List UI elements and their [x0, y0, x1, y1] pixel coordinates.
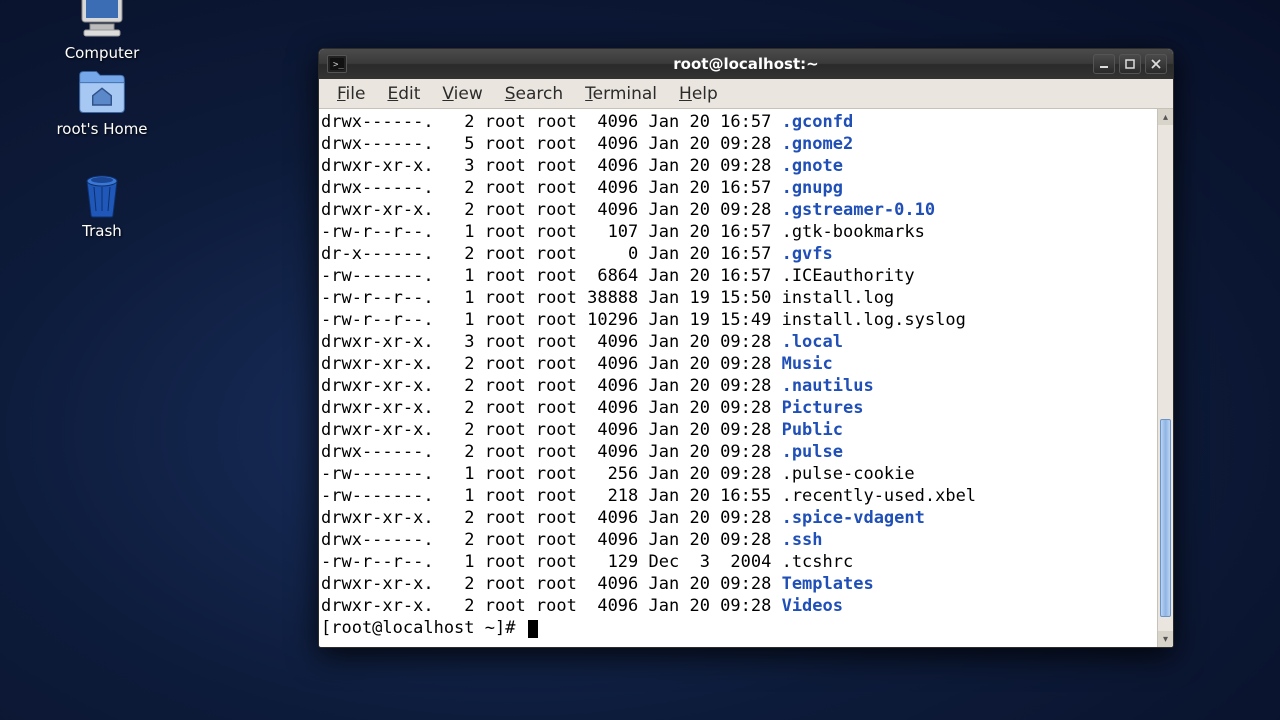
file-name: .ssh — [782, 530, 823, 550]
listing-row: drwx------. 2 root root 4096 Jan 20 09:2… — [321, 441, 1157, 463]
file-name: .gnome2 — [782, 134, 854, 154]
listing-row: dr-x------. 2 root root 0 Jan 20 16:57 .… — [321, 243, 1157, 265]
listing-row: -rw-r--r--. 1 root root 10296 Jan 19 15:… — [321, 309, 1157, 331]
listing-row: drwxr-xr-x. 2 root root 4096 Jan 20 09:2… — [321, 419, 1157, 441]
close-button[interactable] — [1145, 54, 1167, 74]
menu-view[interactable]: View — [432, 81, 492, 107]
listing-row: drwxr-xr-x. 2 root root 4096 Jan 20 09:2… — [321, 595, 1157, 617]
file-name: .local — [782, 332, 843, 352]
desktop-icon-home[interactable]: root's Home — [42, 70, 162, 138]
file-name: .pulse-cookie — [782, 464, 915, 484]
cursor — [528, 620, 538, 638]
listing-row: drwxr-xr-x. 2 root root 4096 Jan 20 09:2… — [321, 199, 1157, 221]
listing-row: drwx------. 2 root root 4096 Jan 20 09:2… — [321, 529, 1157, 551]
listing-row: drwxr-xr-x. 2 root root 4096 Jan 20 09:2… — [321, 375, 1157, 397]
listing-row: -rw-r--r--. 1 root root 38888 Jan 19 15:… — [321, 287, 1157, 309]
file-name: install.log.syslog — [782, 310, 966, 330]
desktop-icon-label: Trash — [42, 222, 162, 240]
listing-row: drwx------. 2 root root 4096 Jan 20 16:5… — [321, 111, 1157, 133]
file-name: .gnupg — [782, 178, 843, 198]
menu-search[interactable]: Search — [495, 81, 573, 107]
file-name: .ICEauthority — [782, 266, 915, 286]
titlebar[interactable]: >_ root@localhost:~ — [319, 49, 1173, 79]
desktop-icon-label: root's Home — [42, 120, 162, 138]
file-name: Pictures — [782, 398, 864, 418]
listing-row: drwxr-xr-x. 2 root root 4096 Jan 20 09:2… — [321, 397, 1157, 419]
prompt: [root@localhost ~]# — [321, 617, 1157, 639]
file-name: .gvfs — [782, 244, 833, 264]
listing-row: -rw-------. 1 root root 6864 Jan 20 16:5… — [321, 265, 1157, 287]
listing-row: drwxr-xr-x. 2 root root 4096 Jan 20 09:2… — [321, 353, 1157, 375]
file-name: Videos — [782, 596, 843, 616]
listing-row: drwxr-xr-x. 2 root root 4096 Jan 20 09:2… — [321, 507, 1157, 529]
scroll-up-button[interactable]: ▴ — [1158, 109, 1173, 125]
file-name: .gstreamer-0.10 — [782, 200, 936, 220]
menu-help[interactable]: Help — [669, 81, 728, 107]
menu-terminal[interactable]: Terminal — [575, 81, 667, 107]
listing-row: drwx------. 2 root root 4096 Jan 20 16:5… — [321, 177, 1157, 199]
file-name: Public — [782, 420, 843, 440]
listing-row: -rw-r--r--. 1 root root 129 Dec 3 2004 .… — [321, 551, 1157, 573]
file-name: .gconfd — [782, 112, 854, 132]
listing-row: -rw-------. 1 root root 218 Jan 20 16:55… — [321, 485, 1157, 507]
file-name: .spice-vdagent — [782, 508, 925, 528]
file-name: .pulse — [782, 442, 843, 462]
listing-row: drwxr-xr-x. 2 root root 4096 Jan 20 09:2… — [321, 573, 1157, 595]
menubar: File Edit View Search Terminal Help — [319, 79, 1173, 109]
desktop-icon-label: Computer — [42, 44, 162, 62]
scroll-thumb[interactable] — [1160, 419, 1171, 617]
file-name: Music — [782, 354, 833, 374]
svg-text:>_: >_ — [333, 60, 344, 70]
window-title: root@localhost:~ — [319, 55, 1173, 73]
scroll-down-button[interactable]: ▾ — [1158, 631, 1173, 647]
minimize-button[interactable] — [1093, 54, 1115, 74]
terminal-app-icon: >_ — [327, 55, 347, 73]
file-name: .recently-used.xbel — [782, 486, 976, 506]
scrollbar[interactable]: ▴ ▾ — [1157, 109, 1173, 647]
file-name: .gtk-bookmarks — [782, 222, 925, 242]
computer-icon — [76, 0, 128, 38]
menu-edit[interactable]: Edit — [377, 81, 430, 107]
file-name: .nautilus — [782, 376, 874, 396]
menu-file[interactable]: File — [327, 81, 375, 107]
file-name: install.log — [782, 288, 895, 308]
desktop-icon-computer[interactable]: Computer — [42, 0, 162, 62]
listing-row: drwxr-xr-x. 3 root root 4096 Jan 20 09:2… — [321, 155, 1157, 177]
file-name: .tcshrc — [782, 552, 854, 572]
maximize-button[interactable] — [1119, 54, 1141, 74]
file-name: .gnote — [782, 156, 843, 176]
listing-row: -rw-r--r--. 1 root root 107 Jan 20 16:57… — [321, 221, 1157, 243]
desktop-icon-trash[interactable]: Trash — [42, 172, 162, 240]
folder-home-icon — [76, 70, 128, 114]
listing-row: drwx------. 5 root root 4096 Jan 20 09:2… — [321, 133, 1157, 155]
file-name: Templates — [782, 574, 874, 594]
listing-row: drwxr-xr-x. 3 root root 4096 Jan 20 09:2… — [321, 331, 1157, 353]
trash-icon — [76, 172, 128, 216]
terminal-output[interactable]: drwx------. 2 root root 4096 Jan 20 16:5… — [319, 109, 1157, 647]
listing-row: -rw-------. 1 root root 256 Jan 20 09:28… — [321, 463, 1157, 485]
terminal-window: >_ root@localhost:~ File Edit View Searc… — [318, 48, 1174, 648]
